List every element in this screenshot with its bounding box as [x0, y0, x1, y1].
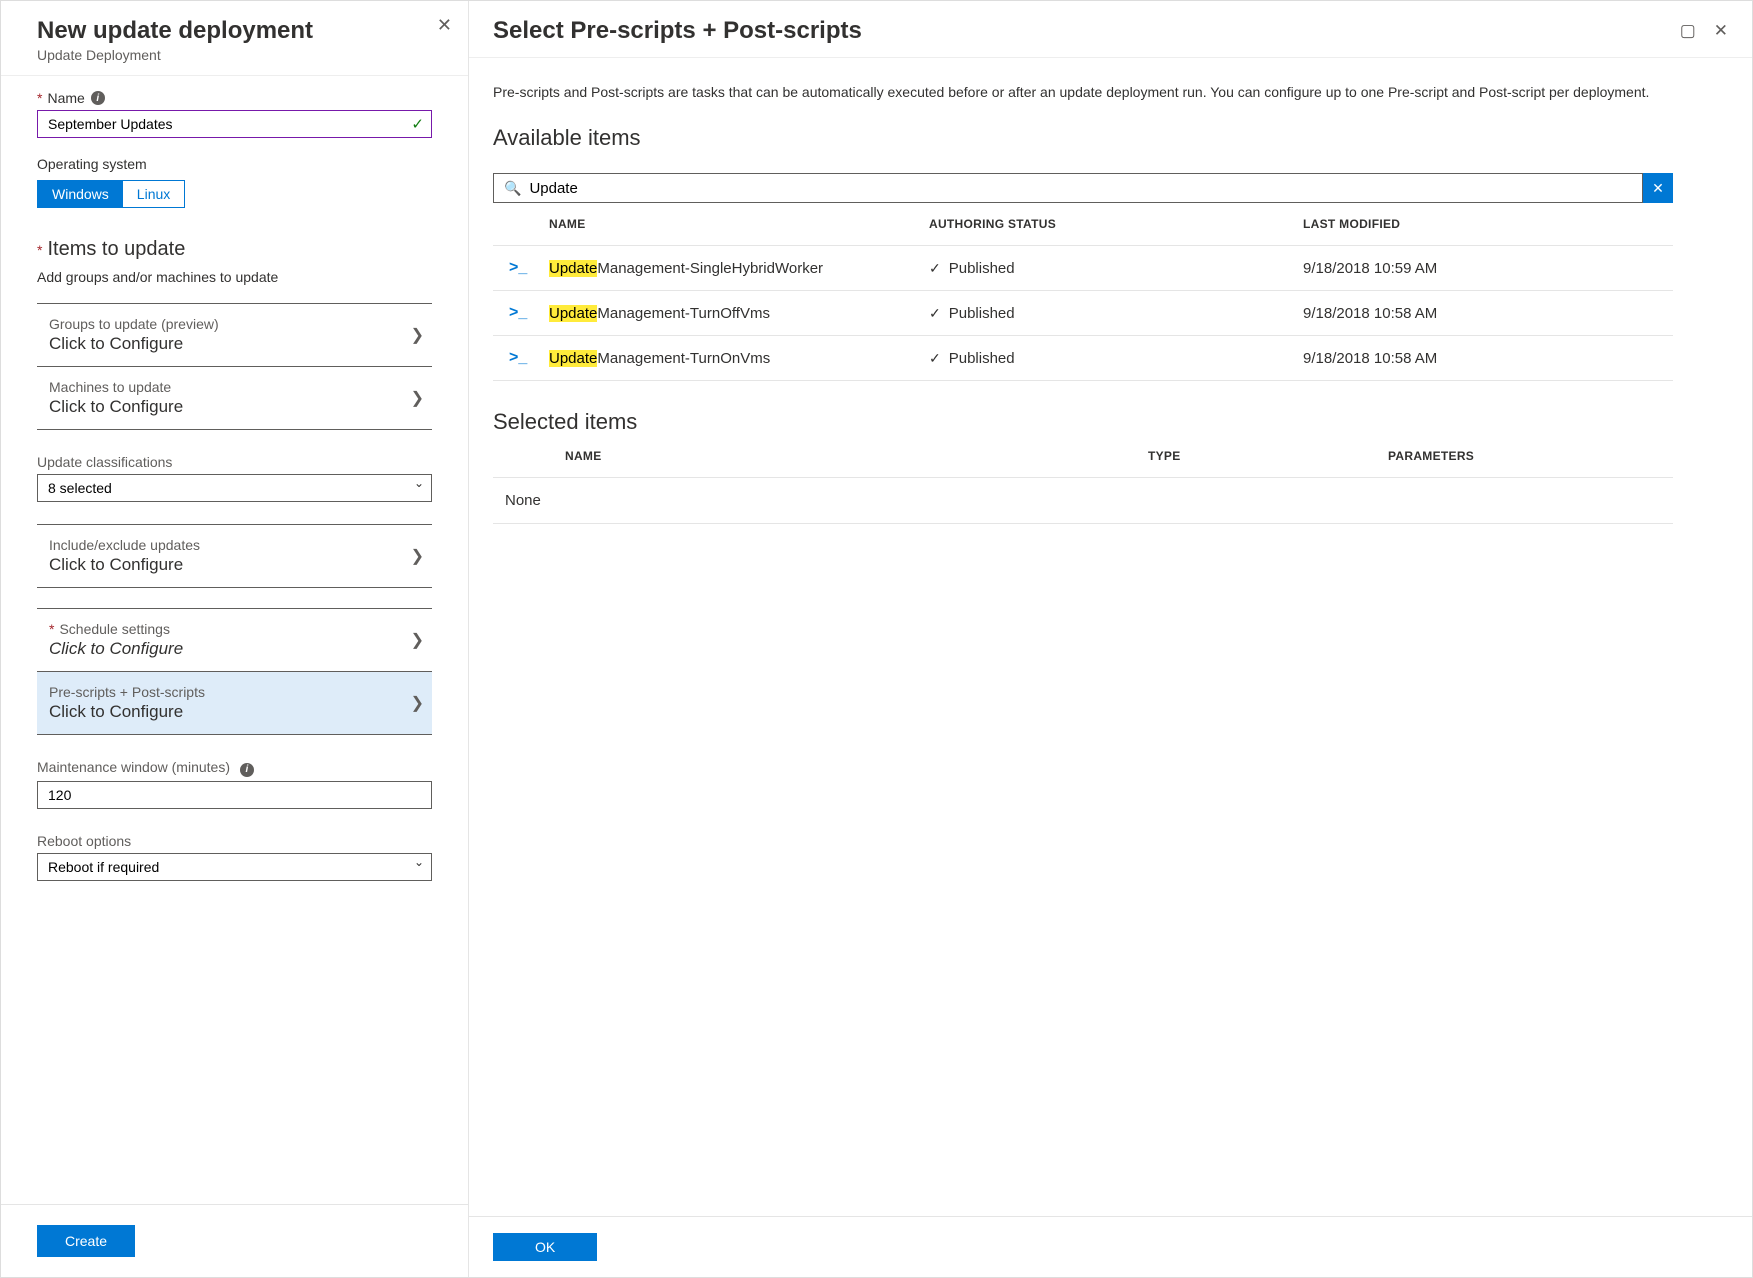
none-row: None	[493, 478, 1673, 524]
right-footer: OK	[469, 1216, 1752, 1277]
search-icon: 🔍	[504, 180, 521, 197]
os-toggle: Windows Linux	[37, 180, 185, 208]
chevron-down-icon: ⌄	[414, 855, 424, 869]
checkmark-icon: ✓	[929, 260, 941, 276]
available-items-title: Available items	[493, 125, 1728, 151]
page-subtitle: Update Deployment	[37, 47, 444, 63]
checkmark-icon: ✓	[929, 350, 941, 366]
selected-table-header: NAME TYPE PARAMETERS	[493, 435, 1673, 478]
search-input[interactable]	[529, 180, 1632, 197]
include-exclude-row[interactable]: Include/exclude updates Click to Configu…	[37, 525, 432, 588]
runbook-row[interactable]: >_ UpdateManagement-TurnOnVms✓Published9/…	[493, 336, 1673, 381]
name-label: * Name i	[37, 90, 432, 106]
schedule-label: *Schedule settings	[49, 621, 183, 637]
close-icon[interactable]: ✕	[437, 15, 452, 36]
name-input-wrap: ✓	[37, 110, 432, 138]
runbook-modified: 9/18/2018 10:58 AM	[1303, 305, 1673, 322]
chevron-right-icon: ❯	[411, 388, 424, 408]
items-subtext: Add groups and/or machines to update	[37, 269, 432, 285]
close-icon[interactable]: ✕	[1714, 21, 1728, 41]
runbook-name: UpdateManagement-TurnOnVms	[549, 350, 929, 367]
info-icon[interactable]: i	[240, 763, 254, 777]
runbook-row[interactable]: >_ UpdateManagement-SingleHybridWorker✓Pu…	[493, 246, 1673, 291]
chevron-right-icon: ❯	[411, 546, 424, 566]
info-icon[interactable]: i	[91, 91, 105, 105]
maintenance-label: Maintenance window (minutes) i	[37, 759, 432, 777]
available-table-header: NAME AUTHORING STATUS LAST MODIFIED	[493, 203, 1673, 246]
groups-label: Groups to update (preview)	[49, 316, 219, 332]
runbook-modified: 9/18/2018 10:58 AM	[1303, 350, 1673, 367]
create-button[interactable]: Create	[37, 1225, 135, 1257]
runbook-name: UpdateManagement-SingleHybridWorker	[549, 260, 929, 277]
runbook-modified: 9/18/2018 10:59 AM	[1303, 260, 1673, 277]
classifications-select[interactable]	[37, 474, 432, 502]
maintenance-input[interactable]	[37, 781, 432, 809]
scripts-selection-pane: Select Pre-scripts + Post-scripts ▢ ✕ Pr…	[469, 1, 1752, 1277]
maximize-icon[interactable]: ▢	[1680, 21, 1696, 41]
powershell-icon: >_	[509, 259, 527, 276]
required-star: *	[37, 90, 42, 106]
powershell-icon: >_	[509, 304, 527, 321]
sel-col-name: NAME	[493, 449, 1148, 463]
right-body: Pre-scripts and Post-scripts are tasks t…	[469, 58, 1752, 1216]
chevron-right-icon: ❯	[411, 325, 424, 345]
search-box[interactable]: 🔍	[493, 173, 1643, 203]
os-windows-button[interactable]: Windows	[38, 181, 123, 207]
search-row: 🔍 ✕	[493, 173, 1673, 203]
description-text: Pre-scripts and Post-scripts are tasks t…	[493, 82, 1673, 103]
deployment-form-pane: New update deployment Update Deployment …	[1, 1, 469, 1277]
runbook-status: ✓Published	[929, 350, 1303, 367]
groups-to-update-row[interactable]: Groups to update (preview) Click to Conf…	[37, 304, 432, 367]
checkmark-icon: ✓	[411, 115, 424, 133]
machines-to-update-row[interactable]: Machines to update Click to Configure ❯	[37, 367, 432, 430]
reboot-select[interactable]	[37, 853, 432, 881]
page-title: New update deployment	[37, 17, 444, 45]
selected-items-title: Selected items	[493, 409, 1728, 435]
right-header: Select Pre-scripts + Post-scripts ▢ ✕	[469, 1, 1752, 58]
clear-search-button[interactable]: ✕	[1643, 173, 1673, 203]
checkmark-icon: ✓	[929, 305, 941, 321]
machines-label: Machines to update	[49, 379, 183, 395]
col-auth-header: AUTHORING STATUS	[929, 217, 1303, 231]
runbook-status: ✓Published	[929, 305, 1303, 322]
left-header: New update deployment Update Deployment …	[1, 1, 468, 76]
ok-button[interactable]: OK	[493, 1233, 597, 1261]
left-footer: Create	[1, 1204, 468, 1277]
chevron-right-icon: ❯	[411, 693, 424, 713]
os-linux-button[interactable]: Linux	[123, 181, 184, 207]
runbook-status: ✓Published	[929, 260, 1303, 277]
required-star: *	[37, 242, 42, 258]
chevron-down-icon: ⌄	[414, 476, 424, 490]
col-name-header: NAME	[549, 217, 929, 231]
scripts-label: Pre-scripts + Post-scripts	[49, 684, 205, 700]
name-input[interactable]	[37, 110, 432, 138]
left-body: * Name i ✓ Operating system Windows Linu…	[1, 76, 468, 1204]
reboot-label: Reboot options	[37, 833, 432, 849]
runbook-row[interactable]: >_ UpdateManagement-TurnOffVms✓Published9…	[493, 291, 1673, 336]
classifications-label: Update classifications	[37, 454, 432, 470]
items-heading: *Items to update	[37, 238, 432, 261]
os-label: Operating system	[37, 156, 432, 172]
sel-col-param: PARAMETERS	[1388, 449, 1673, 463]
col-mod-header: LAST MODIFIED	[1303, 217, 1673, 231]
pre-post-scripts-row[interactable]: Pre-scripts + Post-scripts Click to Conf…	[37, 672, 432, 735]
sel-col-type: TYPE	[1148, 449, 1388, 463]
schedule-settings-row[interactable]: *Schedule settings Click to Configure ❯	[37, 608, 432, 672]
chevron-right-icon: ❯	[411, 630, 424, 650]
powershell-icon: >_	[509, 349, 527, 366]
include-exclude-label: Include/exclude updates	[49, 537, 200, 553]
runbook-name: UpdateManagement-TurnOffVms	[549, 305, 929, 322]
right-title: Select Pre-scripts + Post-scripts	[493, 17, 862, 45]
